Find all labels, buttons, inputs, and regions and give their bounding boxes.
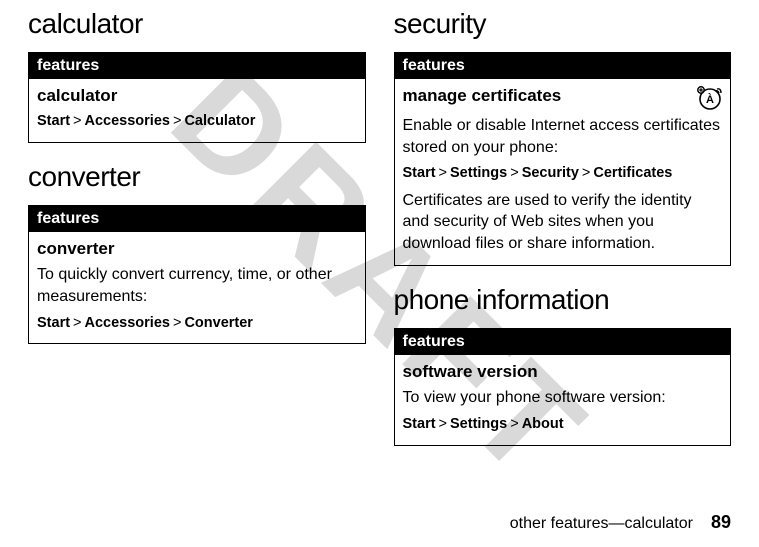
path-sep: >: [170, 315, 184, 331]
features-box-phone-info: features software version To view your p…: [394, 328, 732, 446]
heading-converter: converter: [28, 161, 366, 193]
features-body: manage certificates À Enable or disable …: [395, 79, 731, 265]
path-step: Settings: [450, 416, 507, 432]
features-body: converter To quickly convert currency, t…: [29, 232, 365, 344]
feature-title: converter: [37, 238, 357, 261]
features-header: features: [29, 206, 365, 232]
certificate-icon: À: [696, 85, 722, 111]
feature-title-text: software version: [403, 361, 538, 384]
right-column: security features manage certificates À: [394, 8, 732, 492]
path-step: Accessories: [85, 315, 170, 331]
left-column: calculator features calculator Start>Acc…: [28, 8, 366, 492]
feature-desc: To quickly convert currency, time, or ot…: [37, 264, 357, 307]
features-box-converter: features converter To quickly convert cu…: [28, 205, 366, 345]
page-number: 89: [711, 512, 731, 533]
nav-path: Start>Settings>Security>Certificates: [403, 164, 723, 184]
feature-title-text: manage certificates: [403, 85, 562, 108]
path-sep: >: [70, 113, 84, 129]
path-step: Security: [522, 165, 579, 181]
path-step: About: [522, 416, 564, 432]
features-header: features: [29, 53, 365, 79]
heading-calculator: calculator: [28, 8, 366, 40]
nav-path: Start>Accessories>Calculator: [37, 112, 357, 132]
path-step: Converter: [184, 315, 253, 331]
features-body: calculator Start>Accessories>Calculator: [29, 79, 365, 142]
path-sep: >: [436, 165, 450, 181]
path-step: Calculator: [184, 113, 255, 129]
nav-path: Start>Settings>About: [403, 415, 723, 435]
feature-title: manage certificates À: [403, 85, 723, 111]
svg-text:À: À: [706, 93, 714, 106]
heading-phone-info: phone information: [394, 284, 732, 316]
features-header: features: [395, 329, 731, 355]
features-box-calculator: features calculator Start>Accessories>Ca…: [28, 52, 366, 143]
feature-title: calculator: [37, 85, 357, 108]
path-sep: >: [507, 416, 521, 432]
path-step: Start: [37, 113, 70, 129]
features-box-security: features manage certificates À Enable or…: [394, 52, 732, 266]
feature-title-text: converter: [37, 238, 114, 261]
features-header: features: [395, 53, 731, 79]
footer-text: other features—calculator: [510, 515, 693, 533]
path-step: Start: [37, 315, 70, 331]
feature-title-text: calculator: [37, 85, 117, 108]
path-sep: >: [436, 416, 450, 432]
path-step: Accessories: [85, 113, 170, 129]
feature-desc: Certificates are used to verify the iden…: [403, 190, 723, 255]
feature-title: software version: [403, 361, 723, 384]
heading-security: security: [394, 8, 732, 40]
path-step: Start: [403, 416, 436, 432]
feature-desc: To view your phone software version:: [403, 387, 723, 409]
path-step: Certificates: [593, 165, 672, 181]
features-body: software version To view your phone soft…: [395, 355, 731, 445]
feature-desc: Enable or disable Internet access certif…: [403, 115, 723, 158]
path-step: Start: [403, 165, 436, 181]
path-sep: >: [70, 315, 84, 331]
path-sep: >: [170, 113, 184, 129]
path-sep: >: [507, 165, 521, 181]
nav-path: Start>Accessories>Converter: [37, 314, 357, 334]
page-footer: other features—calculator 89: [510, 512, 731, 533]
page-content: calculator features calculator Start>Acc…: [0, 0, 759, 492]
path-step: Settings: [450, 165, 507, 181]
path-sep: >: [579, 165, 593, 181]
